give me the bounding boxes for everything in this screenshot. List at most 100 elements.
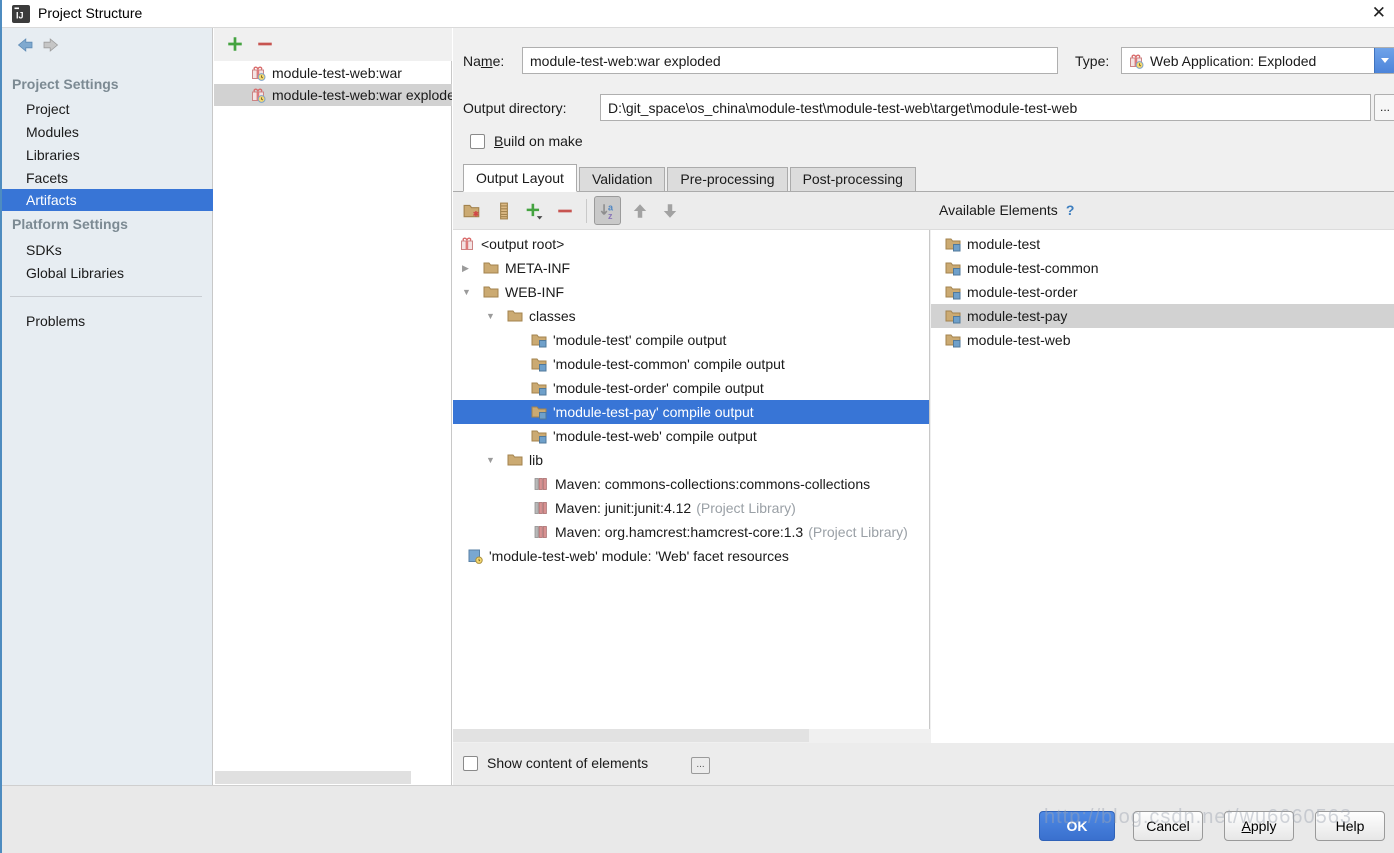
tab-output-layout[interactable]: Output Layout: [463, 164, 577, 192]
forward-arrow-icon[interactable]: [42, 37, 60, 53]
type-combobox[interactable]: Web Application: Exploded: [1121, 47, 1394, 74]
title-bar: IJ Project Structure ✕: [2, 0, 1394, 28]
module-icon: [531, 404, 547, 420]
artifact-list-item-selected[interactable]: module-test-web:war exploded: [214, 84, 452, 106]
module-icon: [531, 356, 547, 372]
artifact-icon: [250, 87, 266, 103]
sidebar-item-global-libraries[interactable]: Global Libraries: [2, 262, 213, 284]
show-content-label: Show content of elements: [487, 755, 648, 771]
sidebar-item-modules[interactable]: Modules: [2, 121, 213, 143]
expanded-icon[interactable]: ▼: [483, 311, 507, 321]
help-icon[interactable]: ?: [1066, 202, 1075, 218]
output-layout-tree: <output root> ▶ META-INF ▼ WEB-INF ▼ cla…: [453, 230, 930, 729]
tree-row-compile-output-selected[interactable]: 'module-test-pay' compile output: [453, 400, 929, 424]
tree-row-meta-inf[interactable]: ▶ META-INF: [453, 256, 929, 280]
tab-post-processing[interactable]: Post-processing: [790, 167, 916, 192]
library-icon: [533, 524, 549, 540]
module-icon: [945, 308, 961, 324]
tree-horizontal-scrollbar[interactable]: [453, 729, 809, 742]
tree-row-maven-library[interactable]: Maven: org.hamcrest:hamcrest-core:1.3 (P…: [453, 520, 929, 544]
new-directory-icon[interactable]: [463, 202, 481, 220]
library-icon: [533, 476, 549, 492]
artifact-list-item[interactable]: module-test-web:war: [214, 62, 452, 84]
move-down-icon[interactable]: [661, 202, 679, 220]
remove-artifact-icon[interactable]: [256, 35, 274, 53]
folder-icon: [507, 308, 523, 324]
show-content-checkbox[interactable]: [463, 756, 478, 771]
show-content-row: Show content of elements ...: [453, 743, 1394, 785]
tree-row-web-inf[interactable]: ▼ WEB-INF: [453, 280, 929, 304]
add-artifact-icon[interactable]: [226, 35, 244, 53]
name-input[interactable]: [522, 47, 1058, 74]
expanded-icon[interactable]: ▼: [483, 455, 507, 465]
library-icon: [533, 500, 549, 516]
cancel-button[interactable]: Cancel: [1133, 811, 1203, 841]
artifact-icon: [1128, 53, 1144, 69]
available-element[interactable]: module-test-web: [931, 328, 1394, 352]
browse-button[interactable]: ...: [1374, 94, 1394, 121]
sidebar-item-project[interactable]: Project: [2, 98, 213, 120]
artifact-icon: [250, 65, 266, 81]
available-element-selected[interactable]: module-test-pay: [931, 304, 1394, 328]
collapsed-icon[interactable]: ▶: [459, 263, 483, 274]
module-icon: [945, 284, 961, 300]
available-element[interactable]: module-test-order: [931, 280, 1394, 304]
sidebar-item-artifacts[interactable]: Artifacts: [2, 189, 213, 211]
ok-button[interactable]: OK: [1039, 811, 1115, 841]
tree-row-lib[interactable]: ▼ lib: [453, 448, 929, 472]
folder-icon: [483, 284, 499, 300]
artifacts-list-panel: module-test-web:war module-test-web:war …: [214, 28, 452, 785]
tree-row-compile-output[interactable]: 'module-test' compile output: [453, 328, 929, 352]
artifacts-toolbar: [214, 28, 452, 61]
sidebar-header-project-settings: Project Settings: [12, 76, 119, 92]
move-up-icon[interactable]: [631, 202, 649, 220]
sidebar-item-facets[interactable]: Facets: [2, 167, 213, 189]
back-arrow-icon[interactable]: [16, 37, 34, 53]
module-icon: [531, 428, 547, 444]
tree-row-output-root[interactable]: <output root>: [453, 232, 929, 256]
intellij-logo-icon: IJ: [12, 5, 30, 23]
tree-row-maven-library[interactable]: Maven: junit:junit:4.12 (Project Library…: [453, 496, 929, 520]
facet-resources-icon: [467, 548, 483, 564]
tab-pre-processing[interactable]: Pre-processing: [667, 167, 787, 192]
tree-row-maven-library[interactable]: Maven: commons-collections:commons-colle…: [453, 472, 929, 496]
tree-row-classes[interactable]: ▼ classes: [453, 304, 929, 328]
module-icon: [531, 380, 547, 396]
tree-row-compile-output[interactable]: 'module-test-web' compile output: [453, 424, 929, 448]
add-element-icon[interactable]: [525, 202, 543, 220]
available-element[interactable]: module-test-common: [931, 256, 1394, 280]
module-icon: [945, 236, 961, 252]
tab-strip: Output Layout Validation Pre-processing …: [463, 164, 918, 192]
artifact-icon: [459, 236, 475, 252]
build-on-make-label: Build on make: [494, 133, 583, 149]
apply-button[interactable]: Apply: [1224, 811, 1294, 841]
module-icon: [945, 332, 961, 348]
artifact-editor: Name: Type: Web Application: Exploded Ou…: [453, 28, 1394, 785]
artifacts-horizontal-scrollbar[interactable]: [215, 771, 411, 784]
help-button[interactable]: Help: [1315, 811, 1385, 841]
sidebar-item-sdks[interactable]: SDKs: [2, 239, 213, 261]
tree-row-compile-output[interactable]: 'module-test-common' compile output: [453, 352, 929, 376]
more-options-button[interactable]: ...: [691, 757, 710, 774]
tab-validation[interactable]: Validation: [579, 167, 665, 192]
type-label: Type:: [1075, 53, 1109, 69]
available-element[interactable]: module-test: [931, 232, 1394, 256]
build-on-make-checkbox[interactable]: [470, 134, 485, 149]
module-icon: [945, 260, 961, 276]
sidebar-divider: [10, 296, 202, 297]
tree-row-facet-resources[interactable]: 'module-test-web' module: 'Web' facet re…: [453, 544, 929, 568]
sort-alphabetically-button[interactable]: [594, 196, 621, 225]
dialog-footer: OK Cancel Apply Help: [2, 785, 1394, 853]
tree-row-compile-output[interactable]: 'module-test-order' compile output: [453, 376, 929, 400]
new-archive-icon[interactable]: [495, 202, 513, 220]
expanded-icon[interactable]: ▼: [459, 287, 483, 297]
name-label: Name:: [463, 53, 504, 69]
chevron-down-icon[interactable]: [1374, 48, 1394, 73]
sidebar-item-problems[interactable]: Problems: [2, 310, 213, 332]
sidebar-item-libraries[interactable]: Libraries: [2, 144, 213, 166]
layout-toolbar: Available Elements?: [453, 192, 1394, 230]
folder-icon: [483, 260, 499, 276]
close-icon[interactable]: ✕: [1372, 3, 1386, 23]
output-directory-input[interactable]: [600, 94, 1371, 121]
remove-element-icon[interactable]: [556, 202, 574, 220]
